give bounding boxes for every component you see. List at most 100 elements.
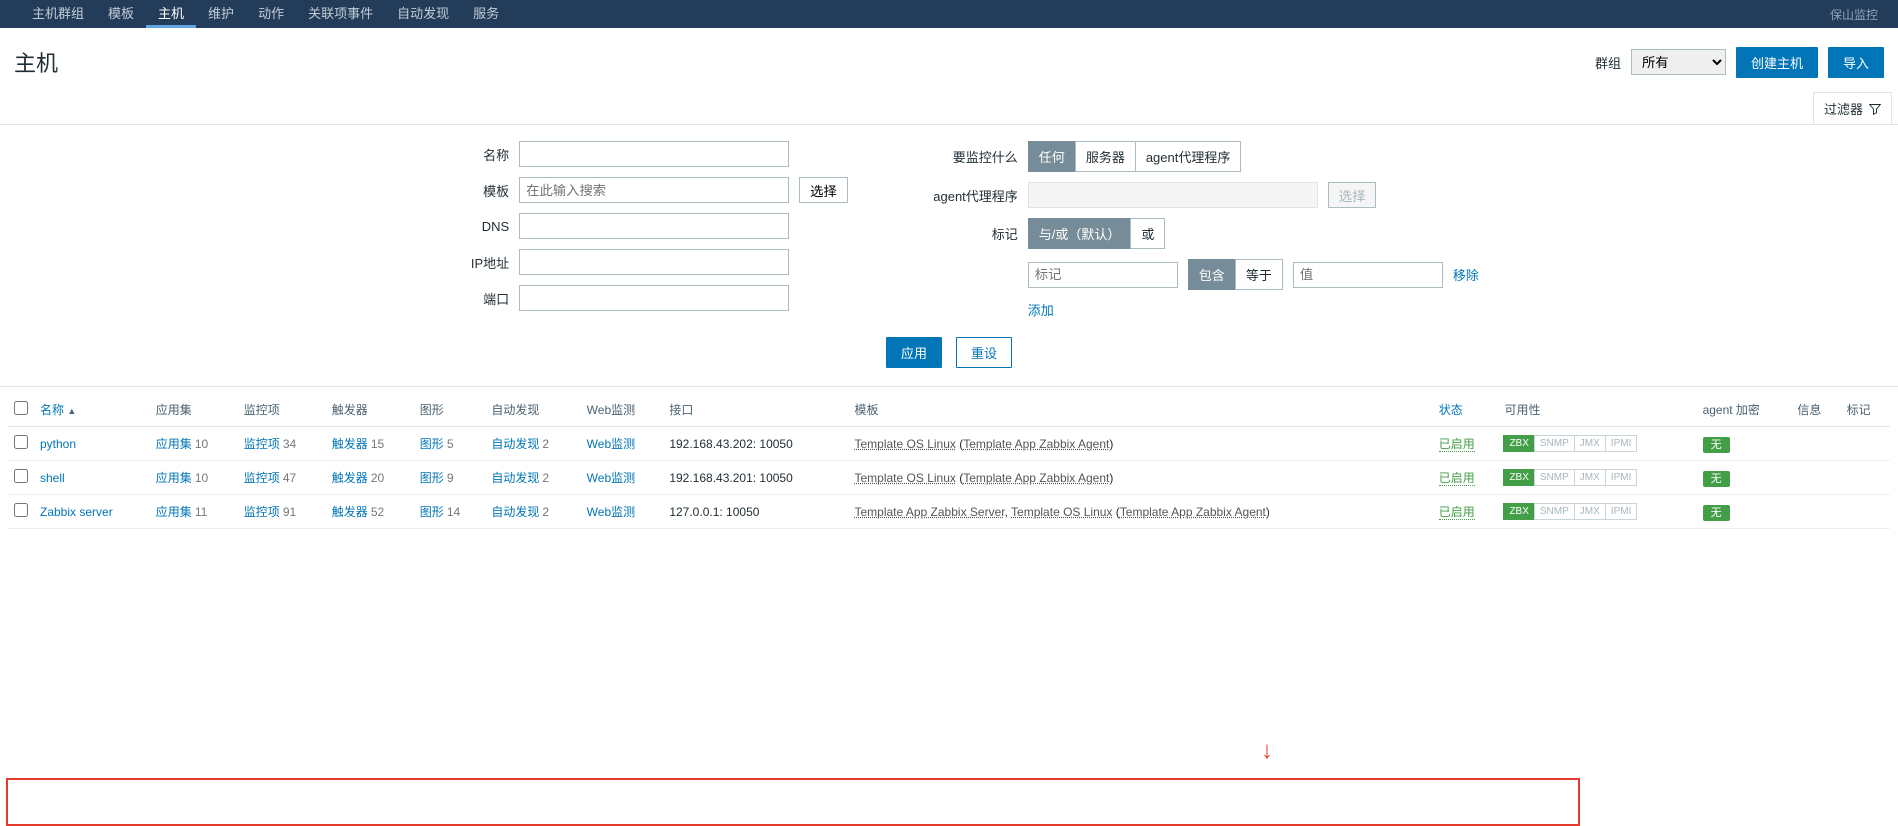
nav-actions[interactable]: 动作 [246, 0, 296, 28]
graph-link[interactable]: 图形 [420, 471, 444, 485]
port-input[interactable] [519, 285, 789, 311]
trigger-link[interactable]: 触发器 [332, 437, 368, 451]
trigger-link[interactable]: 触发器 [332, 505, 368, 519]
nav-discovery[interactable]: 自动发现 [385, 0, 461, 28]
template-sub-link[interactable]: Template App Zabbix Agent [963, 437, 1109, 451]
host-name-link[interactable]: Zabbix server [40, 505, 113, 519]
col-web: Web监测 [581, 393, 664, 427]
trigger-count: 15 [371, 437, 384, 451]
col-tpl: 模板 [849, 393, 1433, 427]
app-link[interactable]: 应用集 [156, 471, 192, 485]
template-input[interactable] [519, 177, 789, 203]
templates-cell: Template OS Linux (Template App Zabbix A… [849, 461, 1433, 495]
monitor-label: 要监控什么 [928, 147, 1018, 166]
seg-any[interactable]: 任何 [1028, 141, 1076, 172]
graph-link[interactable]: 图形 [420, 505, 444, 519]
col-trig: 触发器 [326, 393, 414, 427]
nav-services[interactable]: 服务 [461, 0, 511, 28]
row-checkbox[interactable] [14, 469, 28, 483]
nav-hosts[interactable]: 主机 [146, 0, 196, 28]
filter-tab[interactable]: 过滤器 [1813, 92, 1892, 124]
seg-equals[interactable]: 等于 [1235, 259, 1283, 290]
nav-maintenance[interactable]: 维护 [196, 0, 246, 28]
host-name-link[interactable]: shell [40, 471, 65, 485]
arrow-annotation: ↓ [1261, 737, 1273, 765]
avail-jmx: JMX [1574, 469, 1606, 486]
nav-hostgroups[interactable]: 主机群组 [20, 0, 96, 28]
monitor-segment: 任何 服务器 agent代理程序 [1028, 141, 1242, 172]
seg-contains[interactable]: 包含 [1188, 259, 1236, 290]
trigger-link[interactable]: 触发器 [332, 471, 368, 485]
templates-cell: Template App Zabbix Server, Template OS … [849, 495, 1433, 529]
create-host-button[interactable]: 创建主机 [1736, 47, 1818, 78]
app-count: 10 [195, 437, 208, 451]
encryption-badge: 无 [1703, 505, 1730, 521]
item-link[interactable]: 监控项 [244, 437, 280, 451]
discovery-link[interactable]: 自动发现 [491, 471, 539, 485]
col-item: 监控项 [238, 393, 326, 427]
item-link[interactable]: 监控项 [244, 471, 280, 485]
template-link[interactable]: Template OS Linux [855, 437, 956, 451]
col-avail: 可用性 [1498, 393, 1696, 427]
discovery-link[interactable]: 自动发现 [491, 505, 539, 519]
dns-label: DNS [419, 219, 509, 234]
filter-body: 名称 模板 选择 DNS IP地址 端口 要监控什么 [0, 125, 1898, 387]
col-status[interactable]: 状态 [1433, 393, 1499, 427]
avail-zbx: ZBX [1503, 503, 1534, 520]
web-link[interactable]: Web监测 [587, 437, 635, 451]
template-sub-link[interactable]: Template App Zabbix Agent [1120, 505, 1266, 519]
tag-value-input[interactable] [1293, 262, 1443, 288]
item-link[interactable]: 监控项 [244, 505, 280, 519]
template-link[interactable]: Template App Zabbix Server [855, 505, 1005, 519]
avail-snmp: SNMP [1534, 503, 1575, 520]
hosts-table: 名称 ▲ 应用集 监控项 触发器 图形 自动发现 Web监测 接口 模板 状态 … [8, 393, 1890, 529]
row-checkbox[interactable] [14, 503, 28, 517]
nav-templates[interactable]: 模板 [96, 0, 146, 28]
web-link[interactable]: Web监测 [587, 505, 635, 519]
import-button[interactable]: 导入 [1828, 47, 1884, 78]
nav-correlation[interactable]: 关联项事件 [296, 0, 385, 28]
tag-logic-segment: 与/或（默认） 或 [1028, 218, 1166, 249]
topnav-right-text: 保山监控 [1830, 6, 1878, 23]
status-link[interactable]: 已启用 [1439, 505, 1475, 520]
avail-jmx: JMX [1574, 435, 1606, 452]
encryption-badge: 无 [1703, 471, 1730, 487]
app-link[interactable]: 应用集 [156, 437, 192, 451]
seg-proxy[interactable]: agent代理程序 [1135, 141, 1242, 172]
discovery-link[interactable]: 自动发现 [491, 437, 539, 451]
seg-server[interactable]: 服务器 [1075, 141, 1136, 172]
tag-add-link[interactable]: 添加 [1028, 303, 1054, 318]
select-all-checkbox[interactable] [14, 401, 28, 415]
graph-link[interactable]: 图形 [420, 437, 444, 451]
template-label: 模板 [419, 181, 509, 200]
col-iface: 接口 [663, 393, 848, 427]
apply-button[interactable]: 应用 [886, 337, 942, 368]
template-link[interactable]: Template OS Linux [1011, 505, 1112, 519]
row-checkbox[interactable] [14, 435, 28, 449]
seg-or[interactable]: 或 [1130, 218, 1165, 249]
tag-key-input[interactable] [1028, 262, 1178, 288]
host-name-link[interactable]: python [40, 437, 76, 451]
reset-button[interactable]: 重设 [956, 337, 1012, 368]
group-select[interactable]: 所有 [1631, 49, 1726, 75]
dns-input[interactable] [519, 213, 789, 239]
avail-snmp: SNMP [1534, 435, 1575, 452]
status-link[interactable]: 已启用 [1439, 437, 1475, 452]
app-link[interactable]: 应用集 [156, 505, 192, 519]
template-sub-link[interactable]: Template App Zabbix Agent [963, 471, 1109, 485]
name-label: 名称 [419, 145, 509, 164]
seg-andor[interactable]: 与/或（默认） [1028, 218, 1132, 249]
template-select-button[interactable]: 选择 [799, 177, 848, 203]
discovery-count: 2 [542, 437, 549, 451]
col-name[interactable]: 名称 ▲ [34, 393, 150, 427]
avail-ipmi: IPMI [1605, 469, 1638, 486]
name-input[interactable] [519, 141, 789, 167]
interface-cell: 192.168.43.201: 10050 [663, 461, 848, 495]
status-link[interactable]: 已启用 [1439, 471, 1475, 486]
web-link[interactable]: Web监测 [587, 471, 635, 485]
app-count: 11 [195, 505, 207, 519]
table-row: shell应用集10监控项47触发器20图形9自动发现2Web监测192.168… [8, 461, 1890, 495]
tag-remove-link[interactable]: 移除 [1453, 265, 1479, 284]
ip-input[interactable] [519, 249, 789, 275]
template-link[interactable]: Template OS Linux [855, 471, 956, 485]
